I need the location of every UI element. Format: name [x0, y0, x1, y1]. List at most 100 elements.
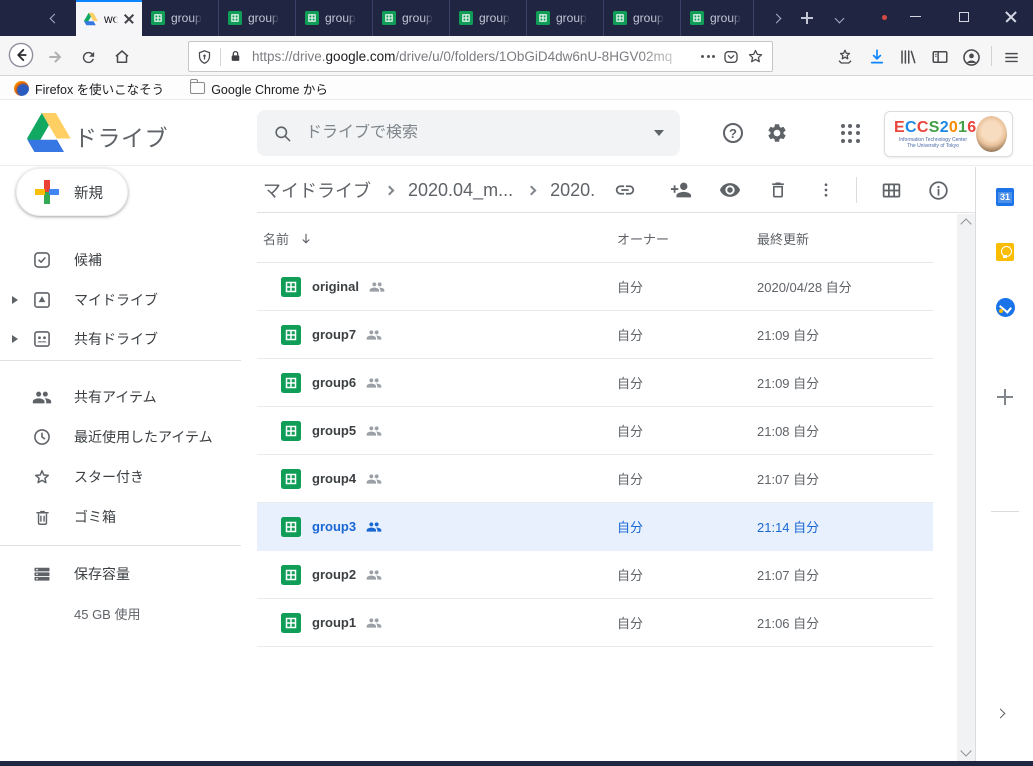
file-row[interactable]: group6 自分 21:09 自分 — [257, 359, 933, 407]
keep-button[interactable] — [995, 242, 1015, 262]
account-icon[interactable] — [958, 44, 984, 70]
share-button[interactable] — [669, 178, 693, 202]
search-icon[interactable] — [273, 124, 292, 143]
sheets-file-icon — [281, 517, 301, 537]
sidebar-item-my-drive[interactable]: マイドライブ — [0, 280, 241, 320]
search-input[interactable] — [306, 124, 640, 142]
sidebar-item-storage[interactable]: 保存容量 — [0, 554, 241, 594]
scroll-down-icon[interactable] — [960, 745, 971, 756]
sort-descending-icon[interactable] — [299, 232, 313, 246]
scroll-up-icon[interactable] — [960, 218, 971, 229]
drive-logo[interactable] — [27, 113, 71, 152]
search-options-caret-icon[interactable] — [654, 130, 664, 136]
tab-overflow-button[interactable] — [766, 8, 786, 28]
menu-button[interactable] — [998, 44, 1024, 70]
back-button[interactable] — [8, 42, 34, 68]
more-actions-button[interactable] — [814, 178, 838, 202]
tab-scroll-left-button[interactable] — [44, 8, 64, 28]
new-button[interactable]: 新規 — [16, 168, 128, 216]
new-tab-button[interactable] — [797, 8, 817, 28]
vertical-scrollbar[interactable] — [957, 214, 975, 761]
help-button[interactable]: ? — [721, 121, 745, 145]
save-to-bookmarks-icon[interactable] — [832, 44, 858, 70]
forward-button[interactable] — [42, 44, 68, 70]
file-row[interactable]: group7 自分 21:09 自分 — [257, 311, 933, 359]
bookmark-star-icon[interactable] — [747, 48, 764, 65]
hide-side-panel-button[interactable] — [992, 705, 1008, 721]
breadcrumb-folder[interactable]: 2020.04_m... — [408, 180, 513, 201]
info-button[interactable] — [926, 178, 950, 202]
sidebar-item-priority[interactable]: 候補 — [0, 240, 241, 280]
tab-group-sheet[interactable]: group — [528, 0, 604, 36]
multicolor-plus-icon — [34, 179, 60, 205]
preview-button[interactable] — [718, 178, 742, 202]
expand-arrow-icon[interactable] — [12, 296, 18, 304]
sidebar-item-shared-with-me[interactable]: 共有アイテム — [0, 377, 241, 417]
sidebar-item-trash[interactable]: ゴミ箱 — [0, 497, 241, 537]
url-bar[interactable]: https://drive.google.com/drive/u/0/folde… — [188, 41, 773, 72]
delete-button[interactable] — [766, 178, 790, 202]
tab-group-sheet[interactable]: group — [143, 0, 219, 36]
breadcrumb-current-folder[interactable]: 2020. — [550, 180, 595, 201]
tasks-icon — [996, 298, 1015, 317]
home-button[interactable] — [109, 44, 135, 70]
bookmark-firefox-tips[interactable]: Firefox を使いこなそう — [14, 79, 164, 98]
avatar[interactable] — [976, 116, 1007, 152]
page-actions-icon[interactable] — [701, 55, 715, 58]
file-modified: 21:08 自分 — [757, 421, 819, 440]
tab-group-sheet[interactable]: group — [605, 0, 681, 36]
tab-group-sheet[interactable]: group — [682, 0, 754, 36]
url-text: https://drive.google.com/drive/u/0/folde… — [252, 49, 693, 64]
library-icon[interactable] — [895, 44, 921, 70]
tasks-button[interactable] — [995, 297, 1015, 317]
file-row[interactable]: group4 自分 21:07 自分 — [257, 455, 933, 503]
bookmark-folder-chrome[interactable]: Google Chrome から — [190, 79, 328, 98]
file-row[interactable]: original 自分 2020/04/28 自分 — [257, 263, 933, 311]
sidebar-item-shared-drives[interactable]: 共有ドライブ — [0, 319, 241, 359]
sidebar-item-starred[interactable]: スター付き — [0, 457, 241, 497]
column-header-modified[interactable]: 最終更新 — [757, 214, 809, 263]
sidebar-item-recent[interactable]: 最近使用したアイテム — [0, 417, 241, 457]
file-modified: 21:14 自分 — [757, 517, 819, 536]
file-row-selected[interactable]: group3 自分 21:14 自分 — [257, 503, 933, 551]
tab-close-icon[interactable] — [124, 14, 134, 24]
lock-icon[interactable] — [229, 49, 242, 64]
sheets-favicon-icon — [459, 11, 473, 25]
calendar-button[interactable]: 31 — [995, 187, 1015, 207]
sidebars-icon[interactable] — [927, 44, 953, 70]
breadcrumb-my-drive[interactable]: マイドライブ — [263, 177, 371, 203]
drive-favicon-icon — [84, 12, 98, 26]
pocket-icon[interactable] — [723, 49, 739, 65]
file-row[interactable]: group2 自分 21:07 自分 — [257, 551, 933, 599]
column-header-name[interactable]: 名前 — [263, 214, 313, 263]
grid-view-button[interactable] — [879, 178, 903, 202]
notification-dot — [882, 15, 887, 20]
settings-button[interactable] — [765, 121, 789, 145]
download-button[interactable] — [864, 44, 890, 70]
storage-icon — [32, 564, 52, 584]
shield-icon[interactable] — [197, 49, 212, 65]
list-all-tabs-button[interactable] — [829, 8, 849, 28]
tab-group-sheet[interactable]: group — [220, 0, 296, 36]
minimize-button[interactable] — [893, 0, 938, 33]
column-header-owner[interactable]: オーナー — [617, 214, 669, 263]
tab-active-drive[interactable]: wo — [76, 0, 142, 36]
close-window-button[interactable] — [988, 0, 1033, 33]
tab-group-sheet[interactable]: group — [451, 0, 527, 36]
tab-group-sheet[interactable]: group — [374, 0, 450, 36]
expand-arrow-icon[interactable] — [12, 335, 18, 343]
file-row[interactable]: group5 自分 21:08 自分 — [257, 407, 933, 455]
file-row[interactable]: group1 自分 21:06 自分 — [257, 599, 933, 647]
sheets-favicon-icon — [613, 11, 627, 25]
tab-group-sheet[interactable]: group — [297, 0, 373, 36]
reload-button[interactable] — [75, 44, 101, 70]
get-link-icon[interactable] — [614, 179, 636, 201]
file-name: original — [312, 279, 359, 294]
eccs-logo: ECCS2016 Information Technology Center T… — [894, 119, 972, 149]
google-apps-button[interactable] — [838, 121, 862, 145]
search-box[interactable] — [257, 110, 680, 156]
file-name: group6 — [312, 375, 356, 390]
account-badge[interactable]: ECCS2016 Information Technology Center T… — [884, 111, 1013, 157]
get-addons-button[interactable] — [995, 387, 1015, 407]
maximize-button[interactable] — [941, 0, 986, 33]
